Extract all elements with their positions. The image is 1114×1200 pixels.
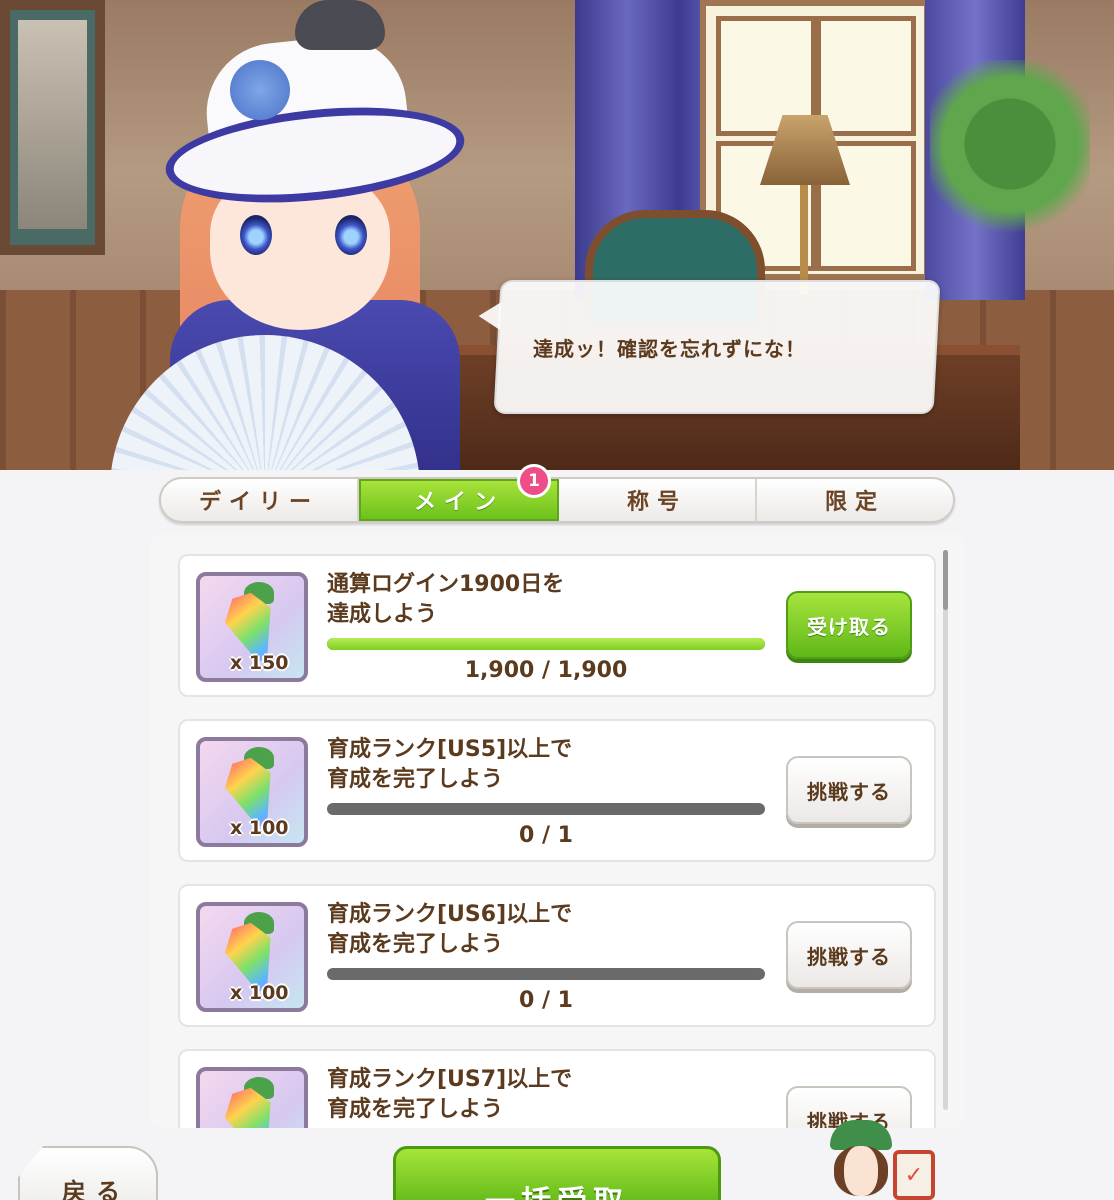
mission-list-clip: 育成ランク[US7]以上で 育成を完了しよう 挑戦する <box>150 1049 964 1128</box>
mission-title: 育成ランク[US6]以上で 育成を完了しよう <box>327 902 573 957</box>
carrot-gem-icon: x 100 <box>196 737 308 847</box>
progress-bar <box>327 803 765 815</box>
tab-daily[interactable]: デイリー <box>161 479 359 521</box>
scrollbar-thumb[interactable] <box>943 550 948 610</box>
progress-text: 0 / 1 <box>519 823 573 848</box>
back-label[interactable]: 戻る <box>62 1172 130 1200</box>
mission-title: 育成ランク[US5]以上で 育成を完了しよう <box>327 737 573 792</box>
progress-text: 1,900 / 1,900 <box>464 658 628 683</box>
wall-painting <box>0 0 105 255</box>
carrot-gem-icon: x 150 <box>196 572 308 682</box>
mascot-icon <box>822 1120 900 1200</box>
challenge-button[interactable]: 挑戦する <box>786 756 912 824</box>
mission-tabs: デイリー メイン 称号 限定 <box>159 477 955 523</box>
reward-quantity: x 150 <box>230 652 289 674</box>
tab-title[interactable]: 称号 <box>559 479 757 521</box>
tab-limited[interactable]: 限定 <box>757 479 953 521</box>
receive-button[interactable]: 受け取る <box>786 591 912 659</box>
notification-badge: 1 <box>517 464 551 498</box>
progress-bar <box>327 638 765 650</box>
progress-text: 0 / 1 <box>519 988 573 1013</box>
rose-icon <box>230 60 290 120</box>
carrot-gem-icon <box>196 1067 308 1128</box>
reward-quantity: x 100 <box>230 817 289 839</box>
character[interactable] <box>110 0 490 470</box>
reward-quantity: x 100 <box>230 982 289 1004</box>
mission-card: 育成ランク[US7]以上で 育成を完了しよう 挑戦する <box>178 1049 936 1128</box>
mission-title: 通算ログイン1900日を 達成しよう <box>327 572 565 627</box>
mission-card: x 150 通算ログイン1900日を 達成しよう 1,900 / 1,900 受… <box>178 554 936 697</box>
clipboard-check-icon[interactable]: ✓ <box>893 1150 935 1200</box>
mission-card: x 100 育成ランク[US6]以上で 育成を完了しよう 0 / 1 挑戦する <box>178 884 936 1027</box>
mission-title: 育成ランク[US7]以上で 育成を完了しよう <box>327 1067 573 1122</box>
scrollbar[interactable] <box>943 550 948 1110</box>
potted-plant <box>930 60 1090 270</box>
carrot-gem-icon: x 100 <box>196 902 308 1012</box>
challenge-button[interactable]: 挑戦する <box>786 921 912 989</box>
progress-bar <box>327 968 765 980</box>
mission-card: x 100 育成ランク[US5]以上で 育成を完了しよう 0 / 1 挑戦する <box>178 719 936 862</box>
cat-icon <box>295 0 385 50</box>
speech-text: 達成ッ！確認を忘れずにな！ <box>533 337 806 361</box>
bulk-receive-button[interactable]: 一括受取 <box>393 1146 721 1200</box>
